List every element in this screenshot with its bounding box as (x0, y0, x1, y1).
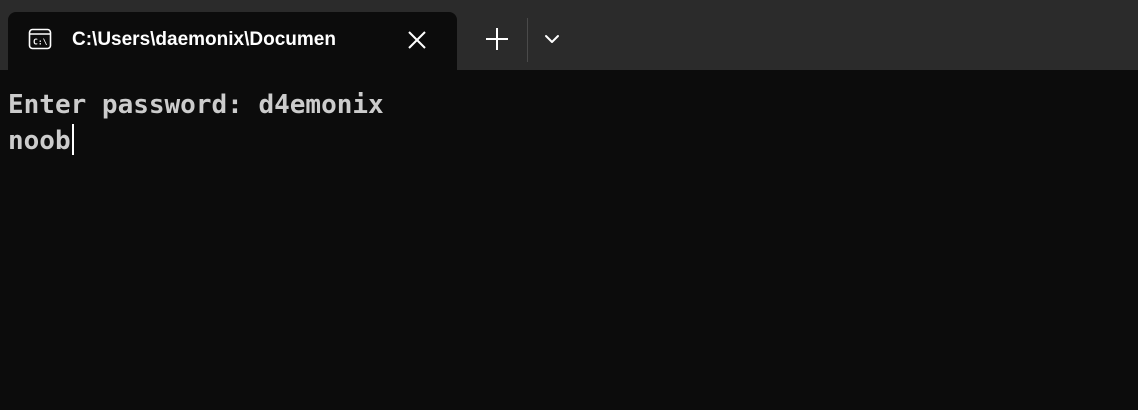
close-icon[interactable] (406, 29, 428, 51)
terminal-input-text: noob (8, 126, 71, 156)
svg-text:C:\: C:\ (33, 38, 48, 47)
terminal-line: Enter password: d4emonix (8, 87, 1138, 123)
chevron-down-icon[interactable] (538, 24, 566, 54)
tab-bar: C:\ C:\Users\daemonix\Documen (0, 0, 1138, 70)
plus-icon[interactable] (480, 22, 514, 56)
terminal-line-text: Enter password: d4emonix (8, 90, 384, 120)
terminal-line: noob (8, 123, 1138, 159)
terminal-window: C:\ C:\Users\daemonix\Documen Enter pass… (0, 0, 1138, 410)
tab-title: C:\Users\daemonix\Documen (72, 29, 336, 50)
text-cursor (71, 124, 74, 155)
tab-bar-divider (527, 18, 528, 62)
terminal-output[interactable]: Enter password: d4emonix noob (0, 70, 1138, 410)
tab-command-prompt[interactable]: C:\ C:\Users\daemonix\Documen (8, 12, 457, 70)
console-icon: C:\ (28, 27, 52, 51)
